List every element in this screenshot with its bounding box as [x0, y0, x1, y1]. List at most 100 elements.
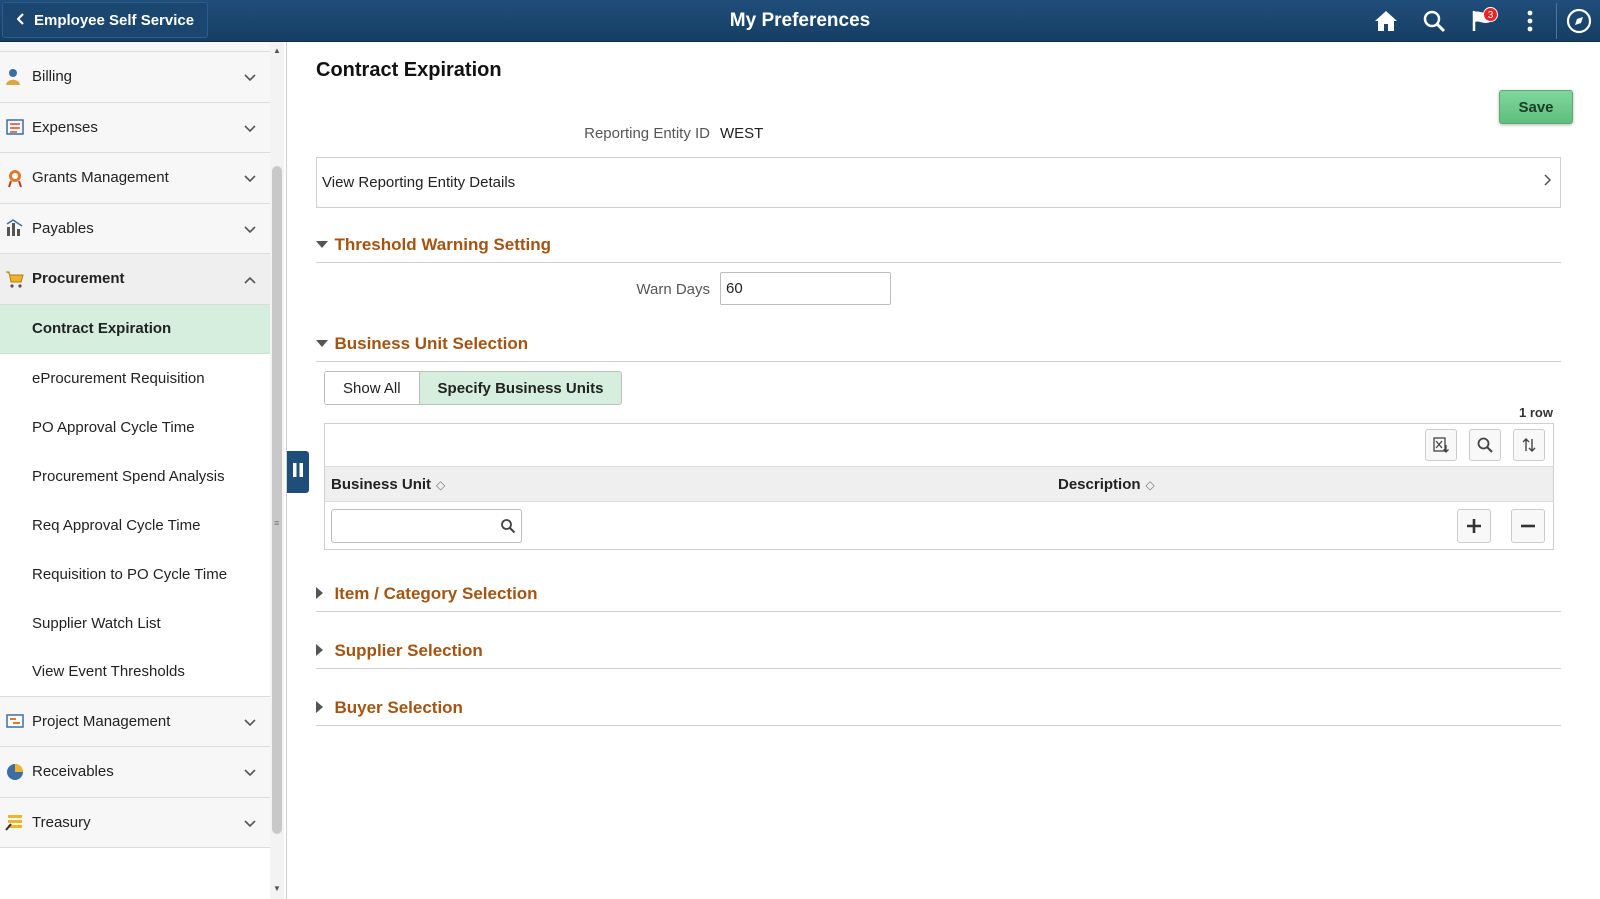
sidebar-subitem-req-approval-cycle-time[interactable]: Req Approval Cycle Time — [0, 500, 270, 550]
sidebar-item-treasury[interactable]: Treasury — [0, 797, 270, 848]
row-count: 1 row — [1519, 405, 1553, 420]
threshold-warning-section[interactable]: Threshold Warning Setting — [316, 235, 1561, 263]
description-column-header[interactable]: Description ◇ — [1058, 476, 1155, 493]
item-category-section[interactable]: Item / Category Selection — [316, 584, 1561, 612]
column-label: Business Unit — [331, 476, 432, 493]
section-title: Item / Category Selection — [334, 584, 538, 603]
view-reporting-entity-details-link[interactable]: View Reporting Entity Details — [316, 157, 1561, 208]
section-title: Supplier Selection — [334, 641, 483, 660]
chevron-down-icon — [244, 170, 256, 187]
section-title: Threshold Warning Setting — [334, 235, 552, 254]
actions-menu-icon[interactable] — [1512, 3, 1548, 39]
billing-icon — [4, 66, 26, 88]
sidebar-subitem-contract-expiration[interactable]: Contract Expiration — [0, 304, 270, 354]
chevron-left-icon — [16, 12, 25, 28]
reporting-entity-value: WEST — [720, 125, 764, 142]
supplier-section[interactable]: Supplier Selection — [316, 641, 1561, 669]
sidebar-subitem-label: Procurement Spend Analysis — [32, 467, 225, 485]
sort-icon[interactable] — [1513, 429, 1545, 461]
notifications-flag-icon[interactable]: 3 — [1464, 3, 1500, 39]
collapsed-triangle-icon — [316, 643, 330, 659]
sidebar-subitem-label: View Event Thresholds — [32, 663, 185, 680]
procurement-cart-icon — [4, 268, 26, 290]
sidebar-item-label: Grants Management — [32, 169, 169, 187]
column-label: Description — [1058, 476, 1141, 493]
chevron-up-icon — [244, 271, 256, 288]
sidebar-subitem-supplier-watch-list[interactable]: Supplier Watch List — [0, 598, 270, 648]
sidebar-subitem-view-event-thresholds[interactable]: View Event Thresholds — [0, 647, 270, 697]
sidebar-subitem-procurement-spend-analysis[interactable]: Procurement Spend Analysis — [0, 451, 270, 501]
sort-toggle-icon: ◇ — [1145, 478, 1155, 492]
sidebar-item-grants-management[interactable]: Grants Management — [0, 153, 270, 204]
expanded-triangle-icon — [316, 238, 330, 252]
navbar-compass-icon[interactable] — [1556, 3, 1600, 39]
sidebar-item-procurement[interactable]: Procurement — [0, 254, 270, 305]
treasury-icon — [4, 811, 26, 833]
view-details-label: View Reporting Entity Details — [322, 174, 516, 191]
sidebar-scrollbar-thumb[interactable] — [272, 166, 282, 834]
chevron-down-icon — [244, 815, 256, 832]
sidebar-item-receivables[interactable]: Receivables — [0, 747, 270, 798]
grid-header-row: Business Unit ◇ Description ◇ — [325, 467, 1553, 502]
sidebar-item-label: Receivables — [32, 763, 114, 781]
sidebar-item-label: Expenses — [32, 118, 98, 136]
chevron-down-icon — [244, 764, 256, 781]
add-row-button[interactable] — [1457, 509, 1491, 543]
scroll-up-icon[interactable]: ▲ — [273, 46, 281, 55]
grants-icon — [4, 167, 26, 189]
sidebar-item-label: Procurement — [32, 270, 125, 288]
grid-toolbar — [325, 424, 1553, 467]
chevron-down-icon — [244, 221, 256, 238]
sidebar-subitem-label: PO Approval Cycle Time — [32, 418, 195, 436]
sidebar-item-label: Payables — [32, 219, 94, 237]
sidebar-subitem-label: Requisition to PO Cycle Time — [32, 565, 228, 583]
business-unit-segmented-control: Show All Specify Business Units — [324, 371, 623, 405]
collapsed-triangle-icon — [316, 700, 330, 716]
show-all-segment[interactable]: Show All — [325, 372, 420, 404]
buyer-section[interactable]: Buyer Selection — [316, 698, 1561, 726]
lookup-search-icon[interactable] — [500, 518, 516, 539]
resize-grip-icon[interactable]: ≡ — [274, 518, 279, 528]
sidebar-subitem-po-approval-cycle-time[interactable]: PO Approval Cycle Time — [0, 402, 270, 452]
download-excel-icon[interactable] — [1425, 429, 1457, 461]
sidebar-item-label: Project Management — [32, 712, 171, 730]
back-button-label: Employee Self Service — [34, 11, 195, 29]
warn-days-input[interactable]: 60 — [720, 272, 891, 305]
notification-count-badge: 3 — [1483, 7, 1498, 22]
search-icon[interactable] — [1416, 3, 1452, 39]
project-icon — [4, 710, 26, 732]
grid-search-icon[interactable] — [1469, 429, 1501, 461]
sidebar-subitem-eprocurement-requisition[interactable]: eProcurement Requisition — [0, 353, 270, 403]
sidebar-subitem-requisition-to-po-cycle-time[interactable]: Requisition to PO Cycle Time — [0, 549, 270, 599]
save-button[interactable]: Save — [1499, 90, 1573, 124]
business-unit-grid: Business Unit ◇ Description ◇ — [324, 423, 1554, 550]
sidebar-item-billing[interactable]: Billing — [0, 52, 270, 103]
delete-row-button[interactable] — [1511, 509, 1545, 543]
payables-icon — [4, 217, 26, 239]
sidebar-item-payables[interactable]: Payables — [0, 203, 270, 254]
top-banner: Employee Self Service My Preferences 3 — [0, 0, 1600, 42]
chevron-down-icon — [244, 714, 256, 731]
sidebar-item-expenses[interactable]: Expenses — [0, 102, 270, 153]
page-heading: Contract Expiration — [316, 59, 502, 81]
expanded-triangle-icon — [316, 337, 330, 351]
sidebar-subitem-label: Req Approval Cycle Time — [32, 516, 201, 534]
specify-business-units-segment[interactable]: Specify Business Units — [419, 372, 622, 404]
chevron-right-icon — [1544, 173, 1552, 190]
section-title: Business Unit Selection — [334, 334, 529, 353]
main-content: Contract Expiration Save Reporting Entit… — [288, 42, 1600, 899]
sidebar-item-label: Treasury — [32, 813, 91, 831]
business-unit-column-header[interactable]: Business Unit ◇ — [331, 476, 445, 493]
nav-item-partial[interactable] — [0, 42, 270, 52]
sidebar-subitem-label: eProcurement Requisition — [32, 369, 205, 387]
back-button[interactable]: Employee Self Service — [2, 2, 208, 38]
reporting-entity-label: Reporting Entity ID — [584, 125, 710, 142]
scroll-down-icon[interactable]: ▼ — [273, 884, 281, 893]
chevron-down-icon — [244, 120, 256, 137]
business-unit-input[interactable] — [331, 509, 522, 543]
sort-toggle-icon: ◇ — [436, 478, 446, 492]
business-unit-section[interactable]: Business Unit Selection — [316, 334, 1561, 362]
sidebar-item-project-management[interactable]: Project Management — [0, 696, 270, 747]
home-icon[interactable] — [1368, 3, 1404, 39]
table-row — [325, 502, 1553, 549]
